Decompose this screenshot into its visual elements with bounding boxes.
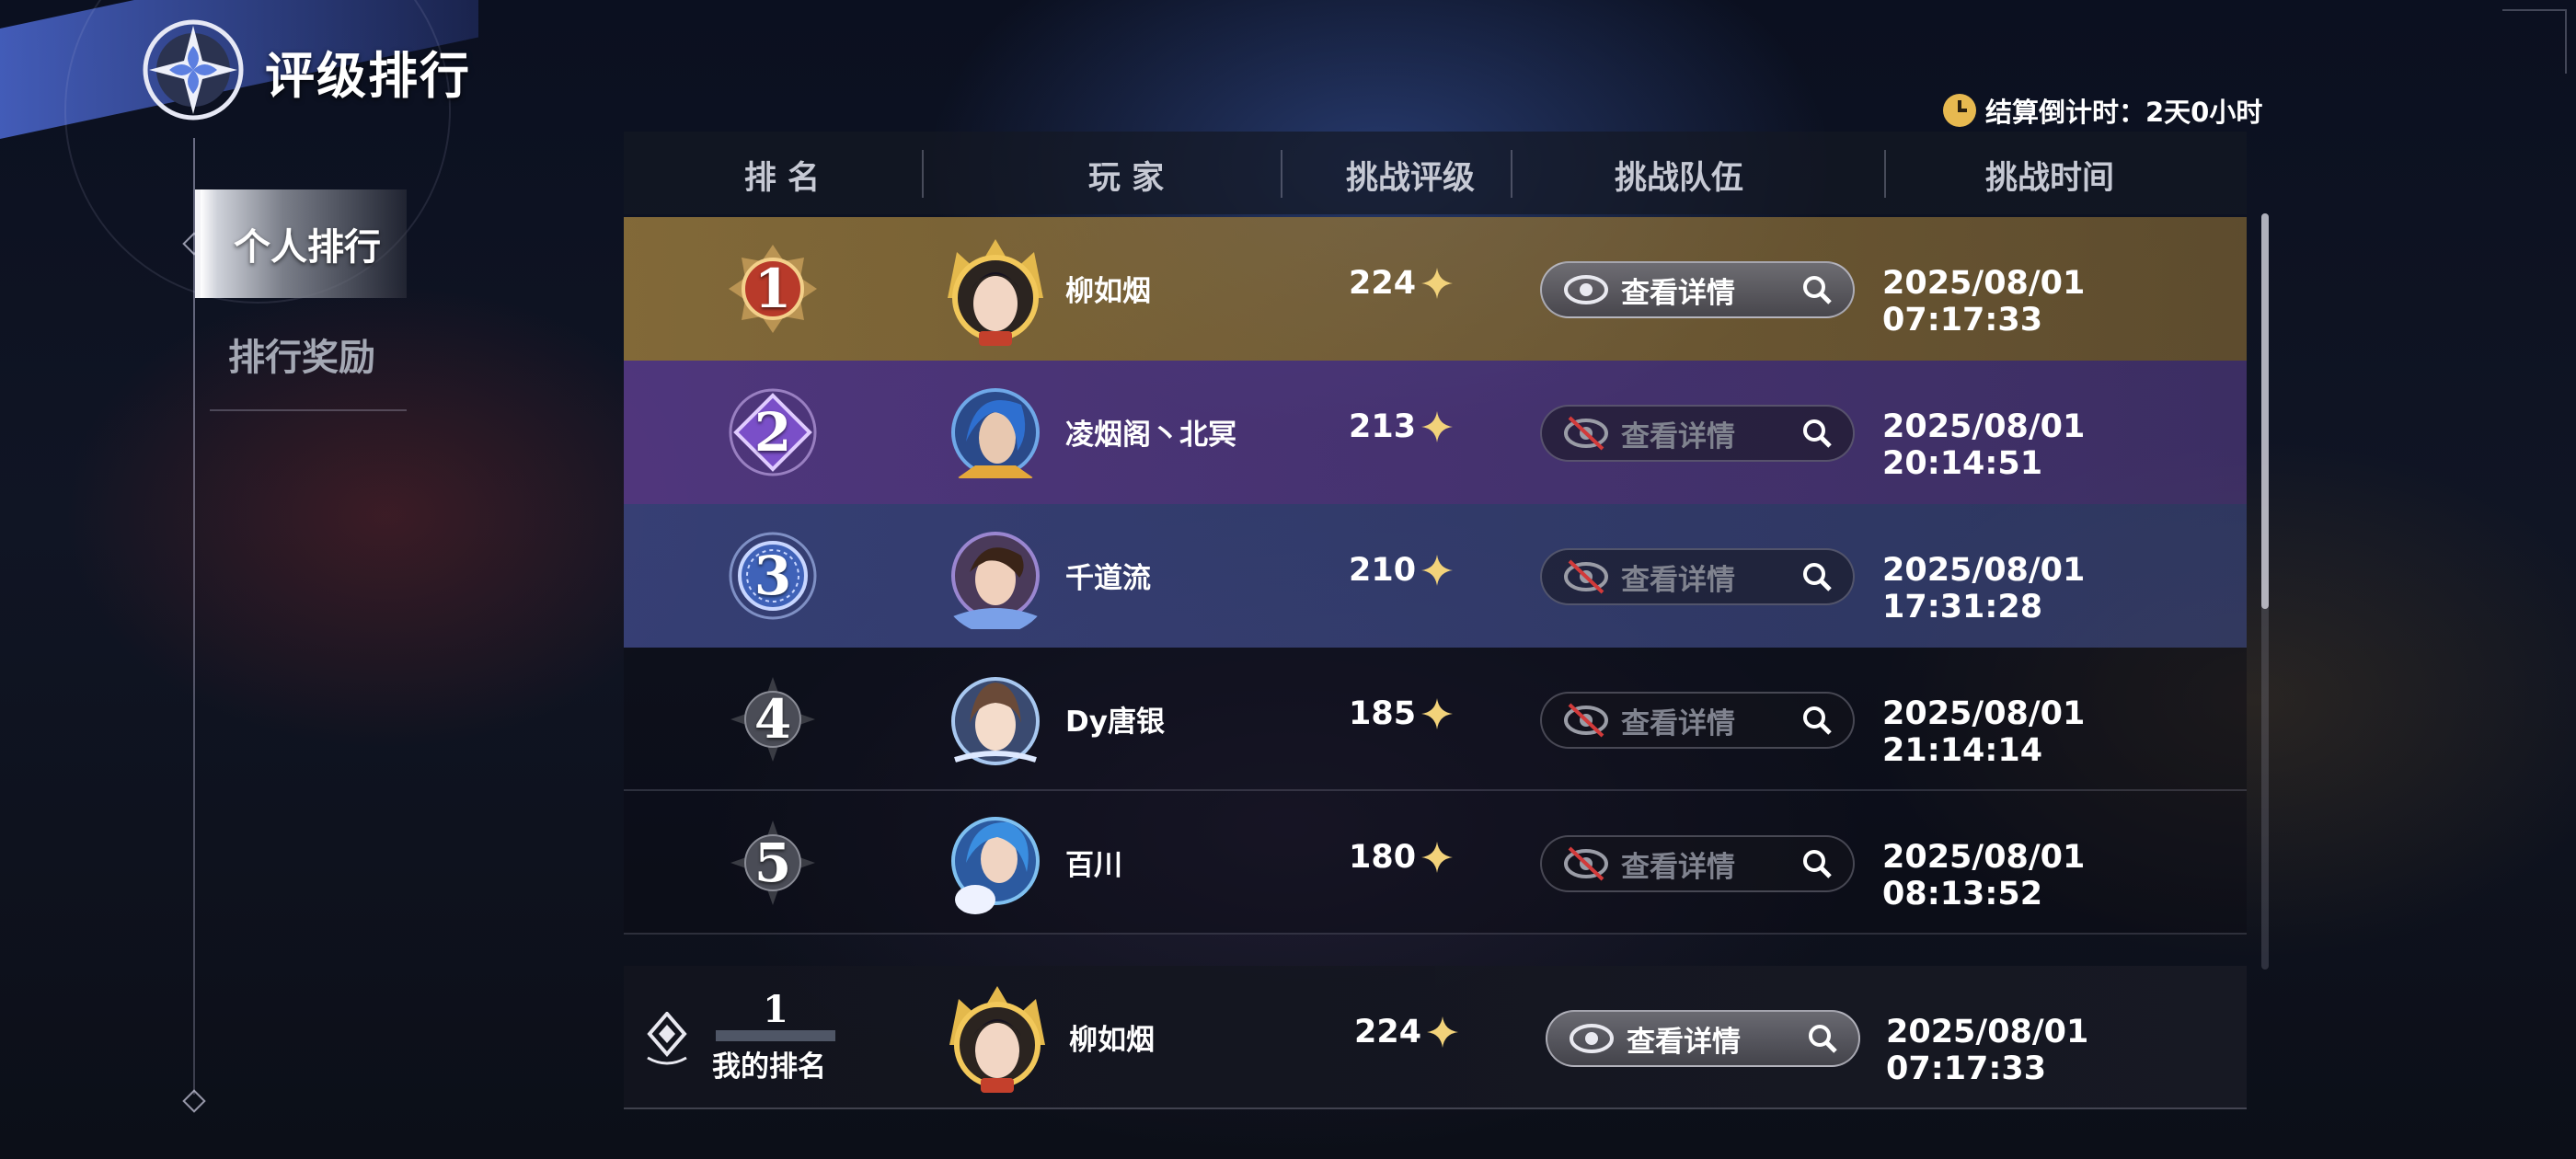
eye-icon <box>1564 275 1608 304</box>
view-details-button-disabled[interactable]: 查看详情 <box>1540 548 1855 605</box>
column-divider <box>1884 150 1886 198</box>
rank-number: 1 <box>753 258 792 320</box>
player-avatar[interactable] <box>938 521 1052 635</box>
column-rating: 挑战评级 <box>1345 160 1475 197</box>
search-icon <box>1803 563 1832 591</box>
challenge-time: 2025/08/01 07:17:33 <box>1882 265 2086 339</box>
table-row: 2 凌烟阁丶北冥 213 查看详情 2025/08/01 20:14:51 <box>624 361 2247 504</box>
my-rank-underline <box>716 1030 835 1041</box>
my-avatar[interactable] <box>940 981 1054 1095</box>
challenge-rating: 210 <box>1349 552 1454 589</box>
column-divider <box>1511 150 1512 198</box>
view-details-button-disabled[interactable]: 查看详情 <box>1540 405 1855 462</box>
my-rank-label: 我的排名 <box>712 1050 826 1084</box>
view-details-label: 查看详情 <box>1621 850 1735 884</box>
my-player-name: 柳如烟 <box>1069 1024 1155 1057</box>
player-avatar[interactable] <box>938 234 1052 348</box>
my-challenge-rating: 224 <box>1354 1014 1459 1050</box>
rating-value: 180 <box>1349 839 1417 876</box>
view-details-button-disabled[interactable]: 查看详情 <box>1540 835 1855 892</box>
star-icon <box>1427 1016 1459 1048</box>
table-row: 1 柳如烟 224 查看详情 2025/08/01 07:17:33 <box>624 217 2247 361</box>
challenge-time: 2025/08/01 17:31:28 <box>1882 552 2086 625</box>
challenge-rating: 213 <box>1349 408 1454 445</box>
my-rating-value: 224 <box>1354 1014 1422 1050</box>
rating-value: 210 <box>1349 552 1417 589</box>
search-icon <box>1809 1025 1837 1053</box>
view-details-label: 查看详情 <box>1621 276 1735 310</box>
my-rank-number: 1 <box>763 988 788 1031</box>
search-icon <box>1803 276 1832 304</box>
column-team: 挑战队伍 <box>1614 160 1743 197</box>
search-icon <box>1803 706 1832 735</box>
column-time: 挑战时间 <box>1984 160 2114 197</box>
my-view-details-button[interactable]: 查看详情 <box>1546 1010 1860 1067</box>
star-icon <box>1421 698 1454 729</box>
my-challenge-time: 2025/08/01 07:17:33 <box>1886 1014 2089 1087</box>
view-details-label: 查看详情 <box>1627 1025 1741 1059</box>
view-details-button[interactable]: 查看详情 <box>1540 261 1855 318</box>
rating-value: 185 <box>1349 695 1417 732</box>
nav-divider <box>210 409 407 411</box>
page-title: 评级排行 <box>265 46 471 105</box>
star-icon <box>1421 842 1454 873</box>
column-divider <box>1281 150 1282 198</box>
location-diamond-icon <box>647 1012 687 1065</box>
my-ranking-bar: 1 我的排名 柳如烟 224 查看详情 2025/08/01 07:17:33 <box>624 966 2247 1109</box>
rank-number: 5 <box>753 832 792 894</box>
search-icon <box>1803 850 1832 878</box>
scrollbar-thumb[interactable] <box>2261 213 2269 609</box>
column-rank: 排 名 <box>743 160 821 197</box>
compass-star-logo-icon <box>143 19 244 120</box>
column-player: 玩 家 <box>1087 160 1165 197</box>
column-divider <box>922 150 924 198</box>
rank-number: 4 <box>753 688 792 751</box>
tab-personal-ranking-label: 个人排行 <box>234 225 381 269</box>
search-icon <box>1803 419 1832 448</box>
rating-value: 224 <box>1349 265 1417 302</box>
star-icon <box>1421 555 1454 586</box>
table-row: 5 百川 180 查看详情 2025/08/01 08:13:52 <box>624 791 2247 935</box>
challenge-rating: 180 <box>1349 839 1454 876</box>
view-details-label: 查看详情 <box>1621 706 1735 740</box>
rank-number: 3 <box>753 545 792 607</box>
player-name: Dy唐银 <box>1065 706 1165 739</box>
decorative-corner <box>2502 9 2567 74</box>
countdown-text: 结算倒计时：2天0小时 <box>1985 97 2263 128</box>
nav-end-diamond-icon <box>182 1089 206 1113</box>
star-icon <box>1421 268 1454 299</box>
rank-number: 2 <box>753 401 792 464</box>
player-name: 柳如烟 <box>1065 275 1151 308</box>
clock-icon <box>1943 94 1976 127</box>
table-row: 3 千道流 210 查看详情 2025/08/01 17:31:28 <box>624 504 2247 648</box>
view-details-label: 查看详情 <box>1621 563 1735 597</box>
star-icon <box>1421 411 1454 442</box>
player-avatar[interactable] <box>938 377 1052 491</box>
eye-icon <box>1570 1024 1614 1053</box>
player-name: 千道流 <box>1065 562 1151 595</box>
challenge-time: 2025/08/01 21:14:14 <box>1882 695 2086 769</box>
tab-personal-ranking[interactable]: 个人排行 <box>195 189 407 298</box>
challenge-rating: 224 <box>1349 265 1454 302</box>
challenge-time: 2025/08/01 20:14:51 <box>1882 408 2086 482</box>
player-name: 凌烟阁丶北冥 <box>1065 419 1236 452</box>
tab-ranking-rewards[interactable]: 排行奖励 <box>195 300 407 408</box>
view-details-button-disabled[interactable]: 查看详情 <box>1540 692 1855 749</box>
hidden-eye-icon <box>1564 559 1608 594</box>
player-avatar[interactable] <box>938 808 1052 922</box>
table-row: 4 Dy唐银 185 查看详情 2025/08/01 21:14:14 <box>624 648 2247 791</box>
hidden-eye-icon <box>1564 846 1608 881</box>
player-avatar[interactable] <box>938 664 1052 778</box>
view-details-label: 查看详情 <box>1621 419 1735 453</box>
tab-ranking-rewards-label: 排行奖励 <box>228 336 375 379</box>
settlement-countdown: 结算倒计时：2天0小时 <box>1943 90 2262 131</box>
table-header: 排 名 玩 家 挑战评级 挑战队伍 挑战时间 <box>624 132 2247 214</box>
challenge-time: 2025/08/01 08:13:52 <box>1882 839 2086 912</box>
player-name: 百川 <box>1065 849 1122 882</box>
rating-value: 213 <box>1349 408 1417 445</box>
challenge-rating: 185 <box>1349 695 1454 732</box>
hidden-eye-icon <box>1564 416 1608 451</box>
hidden-eye-icon <box>1564 703 1608 738</box>
